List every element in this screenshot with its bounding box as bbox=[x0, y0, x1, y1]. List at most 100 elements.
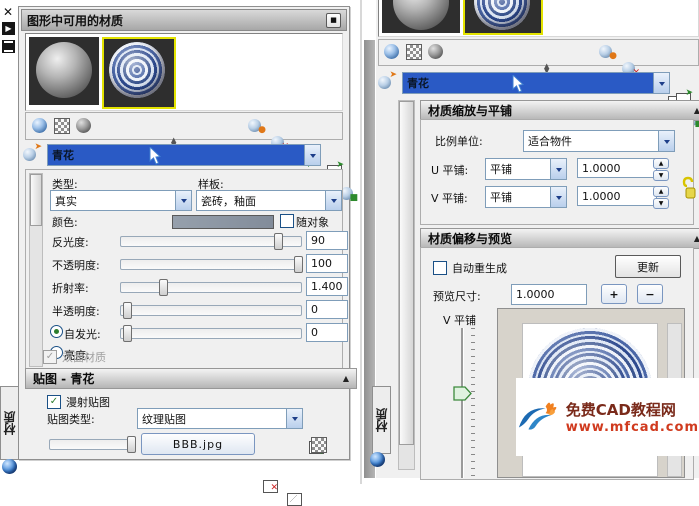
swatch-geometry-sphere-icon[interactable] bbox=[32, 118, 47, 133]
map-type-value: 纹理贴图 bbox=[138, 409, 286, 428]
collapse-icon[interactable]: ▲ bbox=[694, 106, 699, 115]
material-editor-group: 类型: 样板: 真实 瓷砖，釉面 颜色: 随对象 反光度: 90 不透明度: 1… bbox=[25, 169, 343, 371]
map-section-header[interactable]: 贴图 - 青花 ▲ bbox=[25, 368, 357, 389]
create-material-icon[interactable]: ● bbox=[248, 117, 265, 134]
map-file-button[interactable]: BBB.jpg bbox=[141, 433, 255, 455]
panel-titlebar[interactable]: 图形中可用的材质 ■ bbox=[21, 9, 347, 31]
radio-dot bbox=[54, 329, 59, 334]
slider-thumb[interactable] bbox=[123, 302, 132, 319]
panel-scrollbar-thumb[interactable] bbox=[399, 101, 414, 445]
shininess-slider[interactable] bbox=[120, 236, 302, 247]
combo-chevron-icon[interactable] bbox=[550, 159, 566, 179]
collapse-icon[interactable]: ▲ bbox=[694, 234, 699, 243]
combo-chevron-icon[interactable] bbox=[658, 131, 674, 151]
zoom-in-button[interactable]: + bbox=[601, 284, 627, 304]
translucency-slider[interactable] bbox=[120, 305, 302, 316]
slider-thumb[interactable] bbox=[294, 256, 303, 273]
delete-map-icon[interactable]: ✕ bbox=[263, 480, 278, 493]
v-tile-mode-combo[interactable]: 平铺 bbox=[485, 186, 567, 208]
self-illumination-radio[interactable] bbox=[50, 325, 63, 338]
diffuse-map-checkbox[interactable]: ✓ bbox=[47, 395, 61, 409]
map-preview-icon[interactable] bbox=[287, 493, 302, 506]
spinner-up-icon[interactable]: ▲ bbox=[653, 186, 669, 197]
auto-hide-icon[interactable]: ▶ bbox=[2, 22, 15, 35]
create-material-icon[interactable]: ● bbox=[599, 43, 616, 60]
material-swatch-qinghua-selected[interactable] bbox=[463, 0, 543, 35]
checkered-underlay-icon[interactable] bbox=[406, 44, 422, 60]
globe-icon[interactable] bbox=[370, 452, 385, 467]
panel-scrollbar[interactable] bbox=[398, 100, 415, 470]
v-tile-slider-track[interactable] bbox=[461, 328, 464, 478]
map-settings-icon[interactable] bbox=[311, 437, 327, 453]
globe-icon[interactable] bbox=[2, 459, 17, 474]
combo-chevron-icon[interactable] bbox=[286, 409, 302, 428]
scale-unit-combo[interactable]: 适合物件 bbox=[523, 130, 675, 152]
map-amount-slider[interactable] bbox=[49, 439, 133, 450]
tab-material-left[interactable]: 材质 bbox=[0, 386, 19, 460]
combo-chevron-icon[interactable] bbox=[325, 191, 341, 210]
two-sided-checkbox[interactable]: ✓ bbox=[43, 350, 57, 364]
material-swatch-qinghua-selected[interactable] bbox=[102, 37, 176, 109]
close-icon[interactable]: ✕ bbox=[3, 5, 13, 19]
opacity-value[interactable]: 100 bbox=[306, 254, 348, 273]
opacity-slider[interactable] bbox=[120, 259, 302, 270]
material-swatch-globe[interactable] bbox=[382, 0, 460, 33]
combo-chevron-icon[interactable] bbox=[175, 191, 191, 210]
combo-chevron-icon[interactable] bbox=[304, 145, 320, 165]
material-swatch-globe[interactable] bbox=[29, 37, 99, 105]
type-combo[interactable]: 真实 bbox=[50, 190, 192, 211]
apply-material-to-objects-icon[interactable]: ➤ bbox=[378, 74, 395, 91]
by-object-checkbox[interactable] bbox=[280, 214, 294, 228]
combo-chevron-icon[interactable] bbox=[550, 187, 566, 207]
zoom-out-button[interactable]: − bbox=[637, 284, 663, 304]
v-tile-slider-thumb[interactable] bbox=[453, 386, 473, 401]
map-type-combo[interactable]: 纹理贴图 bbox=[137, 408, 303, 429]
properties-menu-icon[interactable] bbox=[2, 40, 15, 53]
preview-size-value[interactable]: 1.0000 bbox=[511, 284, 587, 305]
refraction-slider[interactable] bbox=[120, 282, 302, 293]
translucency-value[interactable]: 0 bbox=[306, 300, 348, 319]
collapse-icon[interactable]: ▲ bbox=[343, 374, 349, 383]
spinner-up-icon[interactable]: ▲ bbox=[653, 158, 669, 169]
material-name-combo[interactable]: 青花 bbox=[47, 144, 321, 166]
v-tile-value[interactable]: 1.0000 bbox=[577, 186, 657, 206]
scaling-section-title: 材质缩放与平铺 bbox=[428, 102, 512, 119]
combo-chevron-icon[interactable] bbox=[653, 73, 669, 93]
material-name-combo[interactable]: 青花 bbox=[402, 72, 670, 94]
preview-lighting-icon[interactable] bbox=[76, 118, 91, 133]
scaling-section-header[interactable]: 材质缩放与平铺 ▲ bbox=[420, 100, 699, 121]
auto-regen-checkbox[interactable] bbox=[433, 261, 447, 275]
apply-material-to-objects-icon[interactable]: ➤ bbox=[23, 146, 40, 163]
editor-scrollbar-thumb[interactable] bbox=[30, 174, 42, 226]
refraction-value[interactable]: 1.400 bbox=[306, 277, 348, 296]
self-illumination-slider[interactable] bbox=[120, 328, 302, 339]
self-illumination-value[interactable]: 0 bbox=[306, 323, 348, 342]
offset-section-header[interactable]: 材质偏移与预览 ▲ bbox=[420, 228, 699, 249]
u-tile-value[interactable]: 1.0000 bbox=[577, 158, 657, 178]
color-swatch[interactable] bbox=[172, 215, 274, 229]
tab-material-right[interactable]: 材质 bbox=[372, 386, 391, 454]
slider-thumb[interactable] bbox=[159, 279, 168, 296]
slider-thumb[interactable] bbox=[274, 233, 283, 250]
watermark-site-url[interactable]: www.mfcad.com bbox=[566, 420, 699, 435]
swatch-geometry-sphere-icon[interactable] bbox=[384, 44, 399, 59]
shininess-value[interactable]: 90 bbox=[306, 231, 348, 250]
shininess-label: 反光度: bbox=[52, 234, 89, 250]
update-button[interactable]: 更新 bbox=[615, 255, 681, 278]
u-tile-mode-combo[interactable]: 平铺 bbox=[485, 158, 567, 180]
slider-thumb[interactable] bbox=[127, 436, 136, 453]
two-sided-row: ✓ 双面材质 bbox=[43, 349, 106, 365]
uv-lock-link-icon[interactable] bbox=[682, 176, 698, 202]
spinner-down-icon[interactable]: ▼ bbox=[653, 170, 669, 181]
spinner-down-icon[interactable]: ▼ bbox=[653, 198, 669, 209]
panel-dock-button[interactable]: ■ bbox=[326, 13, 341, 28]
template-combo[interactable]: 瓷砖，釉面 bbox=[196, 190, 342, 211]
u-tile-spinner[interactable]: ▲ ▼ bbox=[653, 158, 669, 178]
screenshot-root: { "left_panel": { "title": "图形中可用的材质", "… bbox=[0, 0, 699, 484]
slider-thumb[interactable] bbox=[123, 325, 132, 342]
editor-scrollbar[interactable] bbox=[29, 173, 43, 367]
checkered-underlay-icon[interactable] bbox=[54, 118, 70, 134]
preview-lighting-icon[interactable] bbox=[428, 44, 443, 59]
v-tile-spinner[interactable]: ▲ ▼ bbox=[653, 186, 669, 206]
diffuse-map-row: ✓ 漫射贴图 bbox=[47, 394, 110, 410]
